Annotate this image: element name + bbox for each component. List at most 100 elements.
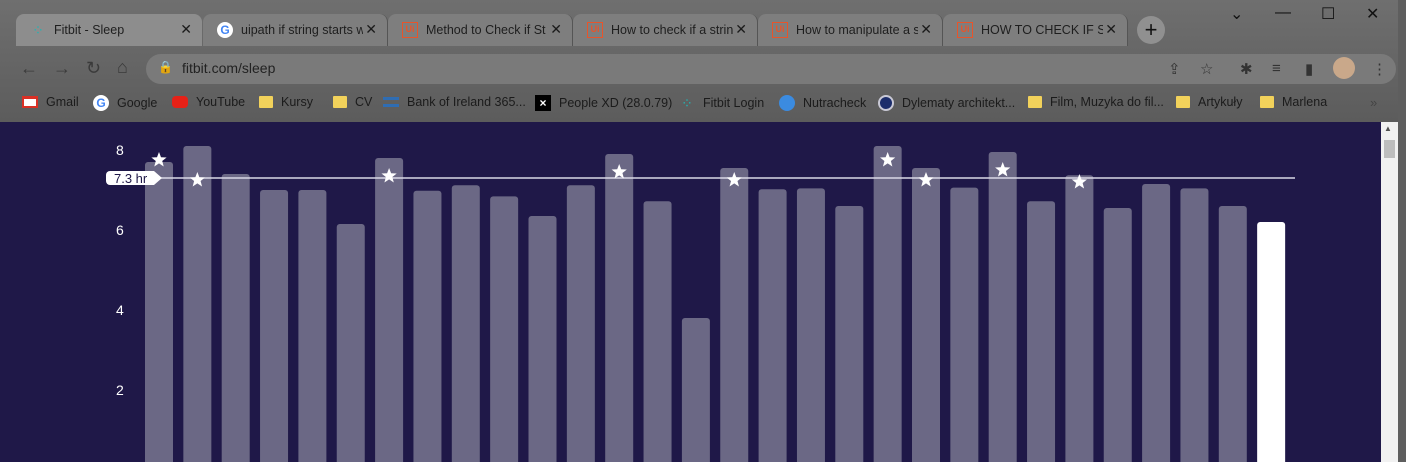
sleep-bar[interactable] — [988, 152, 1017, 462]
lock-icon[interactable]: 🔒 — [158, 60, 173, 74]
sleep-bar[interactable] — [451, 185, 480, 462]
extensions-icon[interactable]: ✱ — [1240, 60, 1253, 78]
share-icon[interactable]: ⇪ — [1168, 60, 1181, 78]
folder-icon — [1176, 96, 1190, 108]
bookmark-star-icon[interactable]: ☆ — [1200, 60, 1213, 78]
sleep-bar[interactable] — [1218, 206, 1247, 462]
sleep-bar[interactable] — [298, 190, 327, 462]
sleep-bar[interactable] — [528, 216, 557, 462]
bookmarks-bar: Gmail G Google YouTube Kursy CV Bank of Irelan… — [0, 90, 1406, 120]
sleep-bar[interactable] — [490, 196, 519, 462]
profile-avatar[interactable] — [1333, 57, 1355, 79]
bookmark-item[interactable]: YouTube — [172, 95, 245, 109]
sleep-bar[interactable] — [796, 188, 825, 462]
scroll-thumb[interactable] — [1384, 140, 1395, 158]
sleep-bar[interactable] — [912, 168, 940, 462]
sleep-bar[interactable] — [720, 168, 749, 462]
sleep-bar[interactable] — [605, 154, 634, 462]
bookmark-label: CV — [355, 95, 373, 109]
url-text[interactable]: fitbit.com/sleep — [182, 60, 275, 76]
bookmark-label: YouTube — [196, 95, 246, 109]
sleep-bar[interactable] — [950, 187, 979, 462]
tab-search-icon[interactable]: ⌄ — [1230, 4, 1243, 24]
minimize-button[interactable]: — — [1275, 4, 1291, 22]
tab-2[interactable]: Guipath if string starts w ✕ — [203, 14, 388, 46]
bookmark-item[interactable]: ⁘ Fitbit Login — [679, 95, 764, 111]
sleep-bar[interactable] — [1065, 175, 1094, 462]
sleep-bar[interactable] — [758, 189, 787, 462]
tab-close-icon[interactable]: ✕ — [180, 22, 192, 36]
folder-icon — [1260, 96, 1274, 108]
y-tick-label: 8 — [116, 142, 124, 158]
folder-icon — [1028, 96, 1042, 108]
sleep-bar[interactable] — [221, 174, 250, 462]
sleep-bar[interactable] — [1103, 208, 1132, 462]
browser-chrome: ⁘ Fitbit - Sleep ✕ Guipath if string starts… — [0, 0, 1406, 122]
reload-button[interactable]: ↻ — [86, 58, 101, 79]
back-button[interactable]: ← — [20, 58, 38, 79]
tab-4[interactable]: Ui How to check if a strin ✕ — [573, 14, 758, 46]
bookmark-label: Dylematy architekt... — [902, 96, 1016, 110]
sleep-bar[interactable] — [260, 190, 289, 462]
sleep-bar[interactable] — [375, 158, 404, 462]
menu-icon[interactable]: ⋮ — [1372, 60, 1387, 78]
tab-5[interactable]: Ui How to manipulate a s ✕ — [758, 14, 943, 46]
bank-icon — [383, 97, 399, 107]
bookmark-item[interactable]: Gmail — [22, 95, 79, 109]
forward-button[interactable]: → — [53, 58, 71, 79]
tab-3[interactable]: Ui Method to Check if St ✕ — [388, 14, 573, 46]
bookmark-label: Gmail — [46, 95, 79, 109]
bookmark-item[interactable]: CV — [333, 95, 372, 109]
sleep-bar[interactable] — [835, 206, 864, 462]
bookmark-item[interactable]: × People XD (28.0.79) — [535, 95, 672, 111]
bookmark-item[interactable]: Film, Muzyka do fil... — [1028, 95, 1164, 109]
tab-6[interactable]: Ui HOW TO CHECK IF ST ✕ — [943, 14, 1128, 46]
bookmark-item[interactable]: Nutracheck — [779, 95, 866, 111]
tab-1[interactable]: ⁘ Fitbit - Sleep ✕ — [16, 14, 202, 46]
bookmark-label: People XD (28.0.79) — [559, 96, 673, 110]
tab-close-icon[interactable]: ✕ — [365, 22, 377, 36]
gmail-icon — [22, 96, 38, 108]
badge-icon — [878, 95, 894, 111]
sleep-bar[interactable] — [145, 162, 173, 462]
bookmark-item[interactable]: G Google — [93, 95, 157, 111]
bookmark-label: Fitbit Login — [703, 96, 765, 110]
bookmark-item[interactable]: Dylematy architekt... — [878, 95, 1015, 111]
sleep-bar[interactable] — [681, 318, 710, 462]
media-control-icon[interactable]: ≡ — [1272, 60, 1281, 77]
page-scrollbar[interactable] — [1381, 122, 1398, 462]
sleep-bar[interactable] — [413, 190, 442, 462]
sleep-bar[interactable] — [566, 185, 595, 462]
tab-close-icon[interactable]: ✕ — [920, 22, 932, 36]
close-window-button[interactable]: ✕ — [1366, 4, 1379, 24]
maximize-button[interactable]: ☐ — [1321, 4, 1335, 24]
bookmarks-overflow-icon[interactable]: » — [1370, 95, 1377, 110]
sleep-bar[interactable] — [1142, 184, 1171, 462]
bookmark-label: Film, Muzyka do fil... — [1050, 95, 1164, 109]
scroll-up-arrow-icon[interactable]: ▲ — [1384, 124, 1392, 133]
bookmark-label: Bank of Ireland 365... — [407, 95, 526, 109]
tab-close-icon[interactable]: ✕ — [1105, 22, 1117, 36]
bookmark-item[interactable]: Kursy — [259, 95, 313, 109]
bookmark-item[interactable]: Bank of Ireland 365... — [383, 95, 526, 109]
bookmark-label: Kursy — [281, 95, 313, 109]
sleep-bar[interactable] — [336, 224, 365, 462]
home-button[interactable]: ⌂ — [117, 57, 128, 78]
sleep-bar[interactable] — [1027, 201, 1056, 462]
sleep-bar[interactable] — [873, 146, 902, 462]
bookmark-item[interactable]: Marlena — [1260, 95, 1327, 109]
average-label-text: 7.3 hr — [114, 171, 148, 186]
sleep-bar[interactable] — [183, 146, 212, 462]
tab-strip: ⁘ Fitbit - Sleep ✕ Guipath if string starts… — [0, 0, 1406, 46]
sleep-bar[interactable] — [643, 201, 672, 462]
tab-close-icon[interactable]: ✕ — [735, 22, 747, 36]
google-icon: G — [217, 22, 233, 38]
sleep-bar[interactable] — [1180, 188, 1209, 462]
y-tick-label: 2 — [116, 382, 124, 398]
sleep-duration-chart: 8 6 4 2 7.3 hr — [106, 142, 1295, 462]
sleep-bar-today[interactable] — [1257, 222, 1286, 462]
new-tab-button[interactable]: + — [1137, 16, 1165, 44]
tab-close-icon[interactable]: ✕ — [550, 22, 562, 36]
side-panel-icon[interactable]: ▮ — [1305, 60, 1313, 78]
bookmark-item[interactable]: Artykuły — [1176, 95, 1242, 109]
